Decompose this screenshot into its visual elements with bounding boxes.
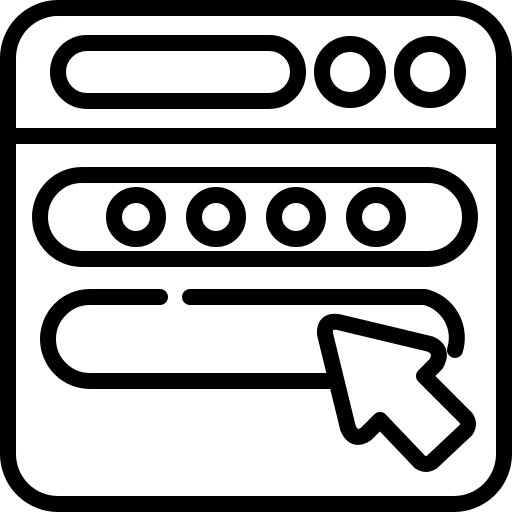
icon-canvas bbox=[0, 0, 512, 512]
window-control-circle-icon bbox=[314, 36, 386, 108]
login-form-with-cursor-icon bbox=[0, 0, 512, 512]
password-dot-icon bbox=[266, 187, 326, 247]
password-dot-icon bbox=[346, 187, 406, 247]
mouse-pointer-icon bbox=[316, 313, 476, 472]
window-control-circle-icon bbox=[394, 36, 466, 108]
input-field-icon bbox=[40, 289, 338, 389]
address-bar-icon bbox=[50, 35, 306, 109]
password-dot-icon bbox=[186, 187, 246, 247]
password-dot-icon bbox=[106, 187, 166, 247]
